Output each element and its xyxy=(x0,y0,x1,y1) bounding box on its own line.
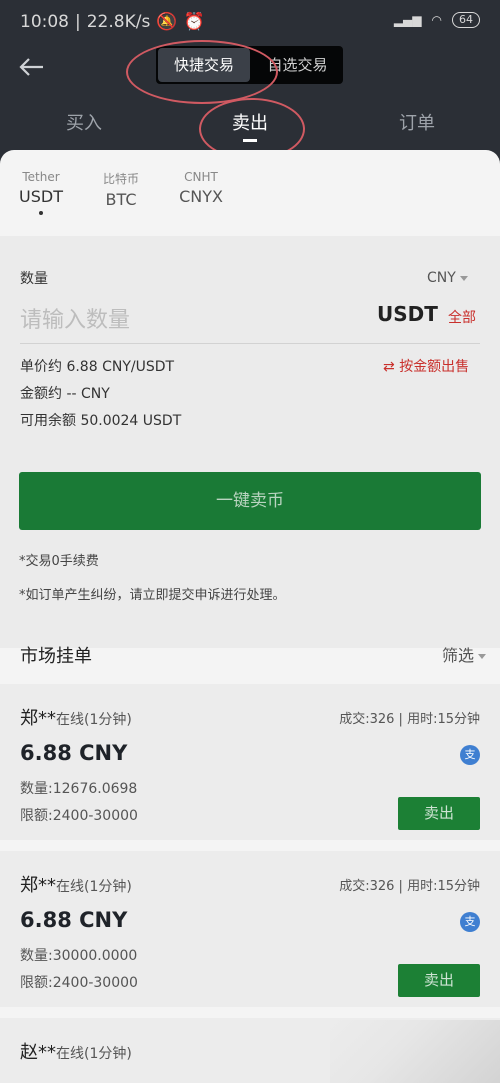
one-click-sell-button[interactable]: 一键卖币 xyxy=(19,472,481,530)
alipay-icon: 支 xyxy=(460,745,480,765)
tab-buy[interactable]: 买入 xyxy=(24,100,144,150)
alipay-icon: 支 xyxy=(460,912,480,932)
network-speed: 22.8K/s xyxy=(86,12,151,32)
watermark-overlay xyxy=(330,1020,500,1083)
coin-cnyx[interactable]: CNHT CNYX xyxy=(176,170,226,206)
wifi-icon: ◠ xyxy=(431,13,442,27)
tab-orders[interactable]: 订单 xyxy=(357,100,477,150)
seller-name: 赵**在线(1分钟) xyxy=(20,1038,132,1064)
available-balance: 可用余额 50.0024 USDT xyxy=(20,413,182,429)
coin-btc[interactable]: 比特币 BTC xyxy=(98,170,144,209)
coin-sub: 比特币 xyxy=(102,172,139,186)
battery-icon: 64 xyxy=(452,12,480,28)
divider xyxy=(20,343,480,344)
swap-label: 按金额出售 xyxy=(399,359,470,375)
main-panel: Tether USDT 比特币 BTC CNHT CNYX 数量 CNY 请输入… xyxy=(0,150,500,1083)
price: 6.88 CNY xyxy=(20,741,128,765)
coin-name: CNYX xyxy=(179,187,223,206)
seller-nick: 赵** xyxy=(20,1042,56,1063)
back-arrow-svg xyxy=(19,58,43,76)
market-title: 市场挂单 xyxy=(20,646,92,667)
alarm-icon: ⏰ xyxy=(183,12,205,32)
currency-value: CNY xyxy=(427,270,456,286)
filter-label: 筛选 xyxy=(441,646,474,665)
quantity-unit: USDT xyxy=(377,302,438,326)
trade-stats: 成交:326 | 用时:15分钟 xyxy=(339,879,480,894)
coin-sub: CNHT xyxy=(184,170,218,184)
online-status: 在线(1分钟) xyxy=(56,1046,132,1062)
amount-estimate: 金额约 -- CNY xyxy=(20,386,110,402)
unit-price: 单价约 6.88 CNY/USDT xyxy=(20,359,175,375)
online-status: 在线(1分钟) xyxy=(56,879,132,895)
trade-stats: 成交:326 | 用时:15分钟 xyxy=(339,712,480,727)
quantity: 数量:12676.0698 xyxy=(20,781,138,797)
fee-note: *交易0手续费 xyxy=(19,554,99,569)
limit: 限额:2400-30000 xyxy=(20,975,138,991)
coin-sub: Tether xyxy=(22,170,60,184)
dispute-note: *如订单产生纠纷，请立即提交申诉进行处理。 xyxy=(19,588,286,603)
signal-icon: ▂▄▆ xyxy=(393,13,422,27)
chevron-down-icon xyxy=(478,654,486,659)
coin-usdt[interactable]: Tether USDT xyxy=(18,170,64,215)
all-button[interactable]: 全部 xyxy=(448,307,476,327)
price: 6.88 CNY xyxy=(20,908,128,932)
coin-name: USDT xyxy=(19,187,63,206)
seller-name: 郑**在线(1分钟) xyxy=(20,704,132,730)
sell-button[interactable]: 卖出 xyxy=(398,964,480,997)
online-status: 在线(1分钟) xyxy=(56,712,132,728)
currency-select[interactable]: CNY xyxy=(427,270,468,286)
quantity-input[interactable]: 请输入数量 xyxy=(20,302,130,334)
swap-icon: ⇄ xyxy=(383,359,395,375)
quantity-label: 数量 xyxy=(20,271,48,287)
market-header: 市场挂单 筛选 xyxy=(0,628,500,678)
coin-selector: Tether USDT 比特币 BTC CNHT CNYX xyxy=(0,150,500,236)
status-bar: 10:08 | 22.8K/s 🔕 ⏰ ▂▄▆ ◠ 64 xyxy=(0,0,500,44)
arrow-left-icon[interactable] xyxy=(16,52,50,86)
limit: 限额:2400-30000 xyxy=(20,808,138,824)
quantity: 数量:30000.0000 xyxy=(20,948,138,964)
trade-tabs: 买入 卖出 订单 xyxy=(0,98,500,160)
seller-nick: 郑** xyxy=(20,708,56,729)
annotation-circle xyxy=(126,40,278,104)
selected-dot xyxy=(39,211,43,215)
seller-name: 郑**在线(1分钟) xyxy=(20,871,132,897)
header: 快捷交易 自选交易 xyxy=(0,40,500,104)
coin-name: BTC xyxy=(105,190,137,209)
mute-icon: 🔕 xyxy=(156,12,178,32)
status-time: 10:08 xyxy=(20,12,69,32)
chevron-down-icon xyxy=(459,275,468,281)
filter-button[interactable]: 筛选 xyxy=(442,642,486,666)
seller-nick: 郑** xyxy=(20,875,56,896)
list-item: 郑**在线(1分钟) 成交:326 | 用时:15分钟 6.88 CNY 支 数… xyxy=(0,851,500,1007)
sell-by-amount-button[interactable]: ⇄ 按金额出售 xyxy=(383,356,469,376)
sell-button[interactable]: 卖出 xyxy=(398,797,480,830)
list-item: 郑**在线(1分钟) 成交:326 | 用时:15分钟 6.88 CNY 支 数… xyxy=(0,684,500,840)
